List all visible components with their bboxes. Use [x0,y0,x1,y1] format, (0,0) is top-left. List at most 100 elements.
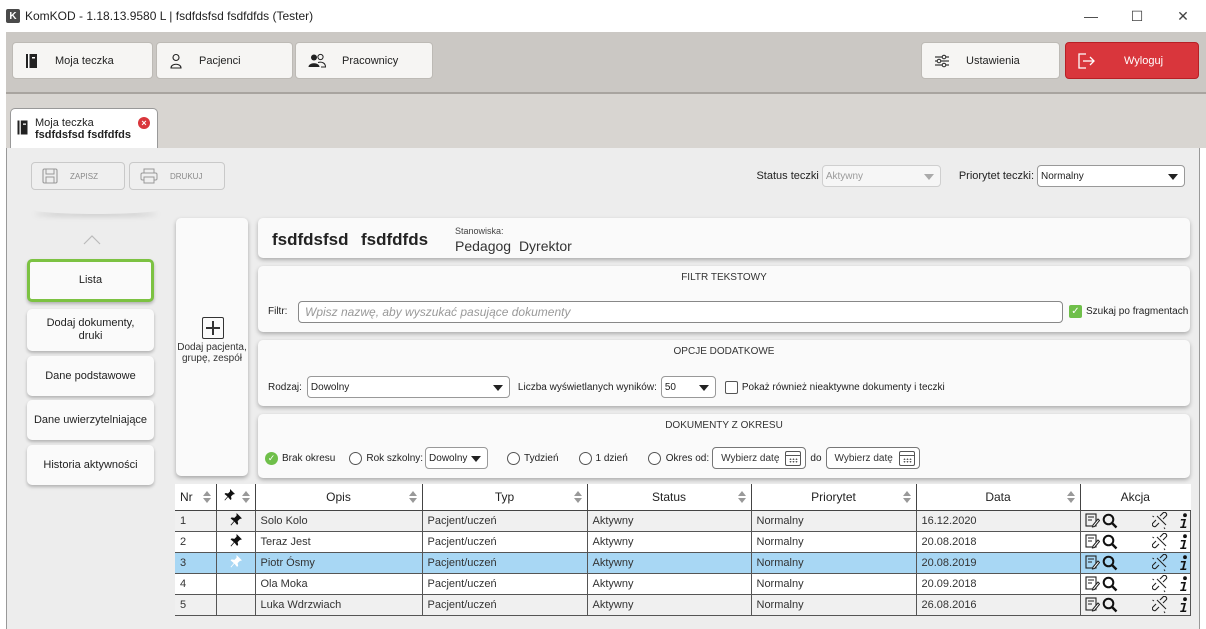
pin-icon[interactable] [230,512,242,529]
cell-nr: 2 [175,531,217,553]
priorytet-teczki-value: Normalny [1041,170,1084,182]
col-header-opis[interactable]: Opis [255,484,423,511]
close-window-button[interactable]: ✕ [1160,0,1206,32]
menu-item-dodaj-dokumenty[interactable]: Dodaj dokumenty, druki [27,309,154,351]
cell-akcja [1080,573,1191,595]
tab-moja-teczka[interactable]: Moja teczka fsdfdsfsd fsdfdfds × [10,108,158,148]
tab-title: Moja teczka [35,116,94,129]
cell-nr: 4 [175,573,217,595]
edit-icon[interactable] [1084,576,1100,591]
table-row[interactable]: 5 Luka Wdrzwiach Pacjent/uczeń Aktywny Norma… [175,594,1191,616]
col-header-typ[interactable]: Typ [422,484,588,511]
cell-pin[interactable] [216,594,256,616]
cell-opis: Luka Wdrzwiach [255,594,423,616]
cell-akcja [1080,531,1191,553]
options-card: OPCJE DODATKOWE Rodzaj: Dowolny Liczba w… [258,340,1190,406]
drukuj-button[interactable]: DRUKUJ [129,162,225,190]
menu-item-dane-uwierzytelniajace[interactable]: Dane uwierzytelniające [27,400,154,440]
col-header-priorytet[interactable]: Priorytet [751,484,917,511]
cell-data: 20.08.2018 [916,531,1081,553]
date-to-button[interactable]: Wybierz datę [825,447,920,469]
sort-icon [902,491,912,503]
cell-opis: Solo Kolo [255,510,423,532]
fragment-checkbox-row[interactable]: ✓ Szukaj po fragmentach [1069,305,1188,318]
brak-okresu-radio[interactable]: ✓ [265,451,278,465]
nav-pracownicy-button[interactable]: Pracownicy [295,42,433,79]
table-row[interactable]: 2 Teraz Jest Pacjent/uczeń Aktywny Normalny 2… [175,531,1191,553]
info-icon[interactable] [1179,512,1189,529]
edit-icon[interactable] [1084,597,1100,612]
info-icon[interactable] [1179,533,1189,550]
sort-icon [737,491,747,503]
filter-title: FILTR TEKSTOWY [681,272,767,283]
rodzaj-select[interactable]: Dowolny [306,376,510,398]
cell-data: 20.09.2018 [916,573,1081,595]
unlink-icon[interactable] [1151,595,1170,614]
menu-item-historia-aktywnosci[interactable]: Historia aktywności [27,445,154,485]
jeden-dzien-radio[interactable] [578,451,592,465]
col-header-nr[interactable]: Nr [175,484,217,511]
col-header-akcja: Akcja [1080,484,1190,511]
search-icon[interactable] [1102,597,1118,613]
zapisz-button[interactable]: ZAPISZ [31,162,125,190]
table-row[interactable]: 3 Piotr Ósmy Pacjent/uczeń Aktywny Normalny 2… [175,552,1191,574]
filter-input[interactable]: Wpisz nazwę, aby wyszukać pasujące dokum… [298,301,1063,323]
menu-item-lista[interactable]: Lista [27,259,154,302]
add-patient-card[interactable]: Dodaj pacjenta, grupę, zespół [176,218,248,476]
search-icon[interactable] [1102,555,1118,571]
menu-top-shadow [31,204,161,214]
options-title: OPCJE DODATKOWE [673,346,775,357]
maximize-button[interactable]: ☐ [1114,0,1160,32]
status-teczki-select[interactable]: Aktywny [821,165,941,187]
priorytet-teczki-select[interactable]: Normalny [1037,165,1185,187]
table-row[interactable]: 1 Solo Kolo Pacjent/uczeń Aktywny Normalny 16… [175,510,1191,532]
info-icon[interactable] [1179,554,1189,571]
pin-icon [224,489,235,504]
nav-wyloguj-button[interactable]: Wyloguj [1065,42,1199,79]
sort-icon [241,491,251,503]
rok-szkolny-select[interactable]: Dowolny [425,447,489,469]
edit-icon[interactable] [1084,555,1100,570]
inactive-checkbox-label: Pokaż również nieaktywne dokumenty i tec… [741,381,945,393]
cell-pin[interactable] [216,573,256,595]
cell-akcja [1080,510,1191,532]
col-header-status[interactable]: Status [587,484,752,511]
info-icon[interactable] [1179,596,1189,613]
unlink-icon[interactable] [1151,511,1170,530]
status-row: Status teczki Aktywny Priorytet teczki: … [756,165,1185,187]
cell-pin[interactable] [216,510,256,532]
edit-icon[interactable] [1084,513,1100,528]
minimize-button[interactable]: — [1068,0,1114,32]
edit-icon[interactable] [1084,534,1100,549]
tab-close-icon[interactable]: × [138,117,150,129]
unlink-icon[interactable] [1151,553,1170,572]
cell-pin[interactable] [216,552,256,574]
liczba-select[interactable]: 50 [660,376,716,398]
rok-szkolny-radio[interactable] [349,451,363,465]
menu-item-dane-podstawowe[interactable]: Dane podstawowe [27,356,154,396]
col-header-pin[interactable] [216,484,256,511]
cell-priorytet: Normalny [751,594,917,616]
col-header-data[interactable]: Data [916,484,1081,511]
okres-od-radio[interactable] [647,451,661,465]
table-row[interactable]: 4 Ola Moka Pacjent/uczeń Aktywny Normalny 20.… [175,573,1191,595]
chevron-up-icon[interactable] [83,234,101,250]
info-icon[interactable] [1179,575,1189,592]
fragment-checkbox[interactable]: ✓ [1069,305,1082,318]
date-from-button[interactable]: Wybierz datę [712,447,807,469]
nav-ustawienia-button[interactable]: Ustawienia [921,42,1060,79]
inactive-checkbox[interactable] [724,380,738,394]
filter-card: FILTR TEKSTOWY Filtr: Wpisz nazwę, aby w… [258,266,1190,332]
unlink-icon[interactable] [1151,532,1170,551]
unlink-icon[interactable] [1151,574,1170,593]
search-icon[interactable] [1102,534,1118,550]
nav-moja-teczka-button[interactable]: Moja teczka [12,42,153,79]
tydzien-radio[interactable] [507,451,521,465]
brak-okresu-label: Brak okresu [282,452,336,464]
pin-icon[interactable] [230,554,242,571]
cell-pin[interactable] [216,531,256,553]
search-icon[interactable] [1102,576,1118,592]
pin-icon[interactable] [230,533,242,550]
nav-pacjenci-button[interactable]: Pacjenci [156,42,293,79]
search-icon[interactable] [1102,513,1118,529]
